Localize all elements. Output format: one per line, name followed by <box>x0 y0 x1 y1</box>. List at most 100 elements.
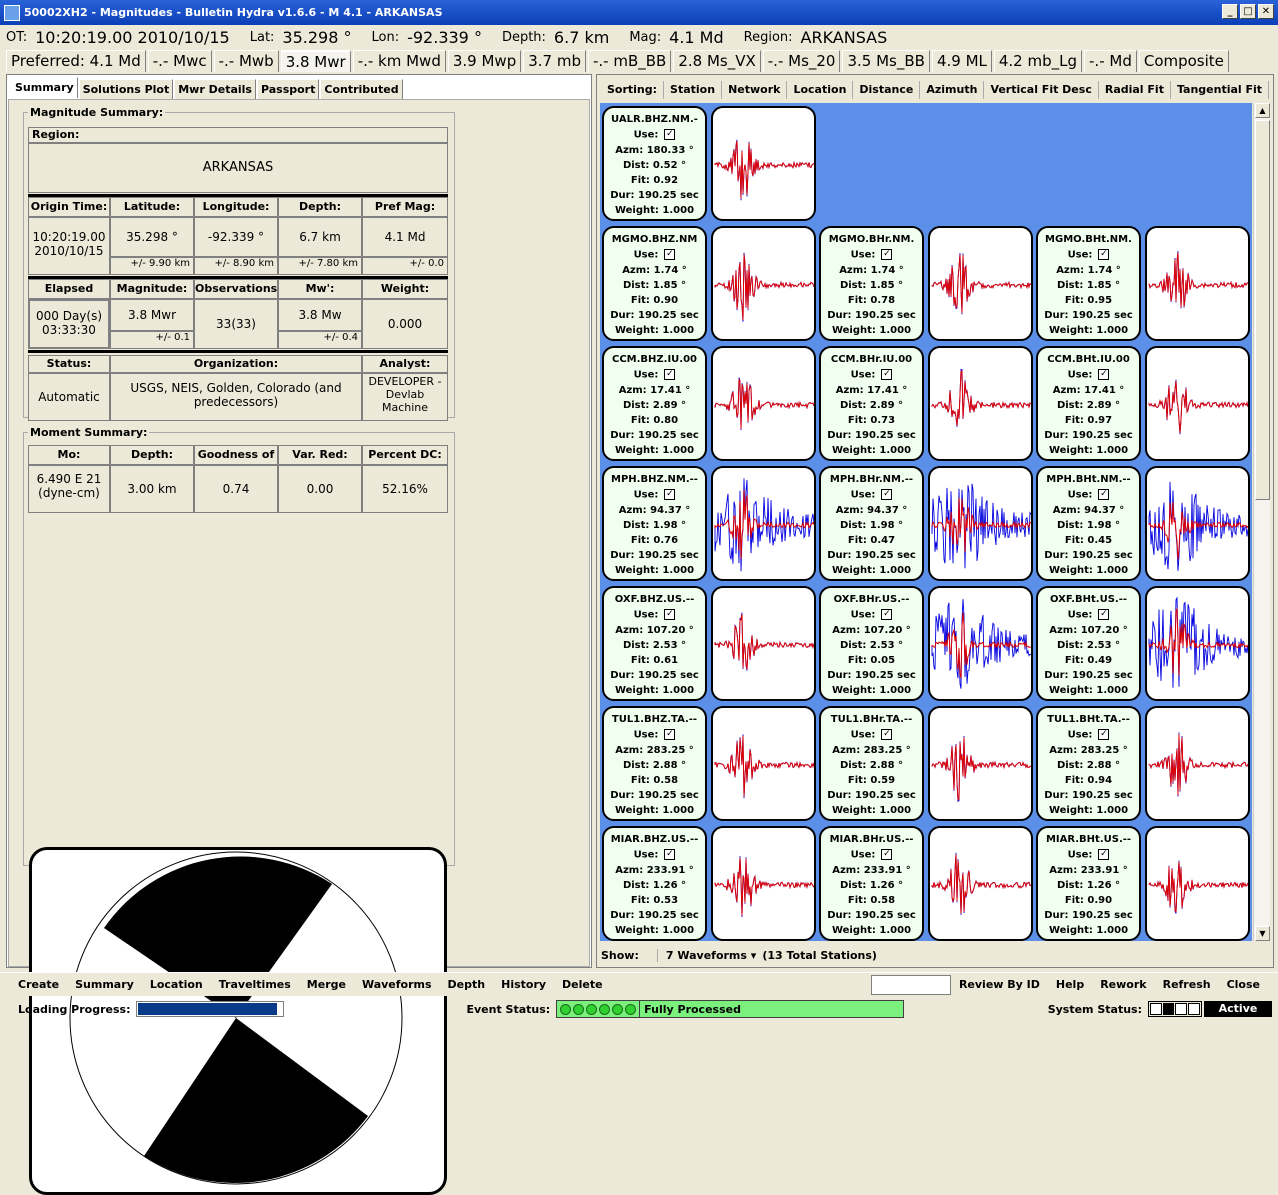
scroll-up-icon[interactable]: ▲ <box>1255 103 1270 118</box>
azm-label: Azm: <box>615 744 644 756</box>
use-checkbox[interactable]: ✓ <box>1098 609 1110 620</box>
depth-button[interactable]: Depth <box>440 978 494 991</box>
use-checkbox[interactable]: ✓ <box>664 369 676 380</box>
station-card[interactable]: MIAR.BHr.US.-- Use: ✓ Azm: 233.91 ° Dist: 1.… <box>819 826 924 941</box>
sort-tangential-fit[interactable]: Tangential Fit <box>1171 81 1270 99</box>
sort-distance[interactable]: Distance <box>853 81 921 99</box>
station-card[interactable]: TUL1.BHr.TA.-- Use: ✓ Azm: 283.25 ° Dist: 2.… <box>819 706 924 821</box>
scroll-thumb[interactable] <box>1255 120 1270 500</box>
sort-azimuth[interactable]: Azimuth <box>920 81 985 99</box>
magnitude-tab[interactable]: 3.5 Ms_BB <box>842 50 930 72</box>
use-checkbox[interactable]: ✓ <box>664 609 676 620</box>
magnitude-tab[interactable]: Composite <box>1138 50 1229 72</box>
review-by-id-button[interactable]: Review By ID <box>951 978 1048 991</box>
scroll-down-icon[interactable]: ▼ <box>1255 926 1270 941</box>
location-button[interactable]: Location <box>142 978 211 991</box>
magnitude-tab[interactable]: 3.9 Mwp <box>447 50 522 72</box>
magnitude-tab[interactable]: Preferred: 4.1 Md <box>6 50 146 72</box>
station-card[interactable]: TUL1.BHZ.TA.-- Use: ✓ Azm: 283.25 ° Dist: 2.… <box>602 706 707 821</box>
tab-passport[interactable]: Passport <box>256 79 320 99</box>
use-checkbox[interactable]: ✓ <box>664 849 676 860</box>
station-card[interactable]: MGMO.BHZ.NM Use: ✓ Azm: 1.74 ° Dist: 1.85 ° F… <box>602 226 707 341</box>
use-checkbox[interactable]: ✓ <box>881 489 893 500</box>
use-checkbox[interactable]: ✓ <box>881 249 893 260</box>
delete-button[interactable]: Delete <box>554 978 611 991</box>
station-card[interactable]: MPH.BHZ.NM.-- Use: ✓ Azm: 94.37 ° Dist: 1.98… <box>602 466 707 581</box>
sort-radial-fit[interactable]: Radial Fit <box>1099 81 1171 99</box>
tab-contributed[interactable]: Contributed <box>320 79 403 99</box>
create-button[interactable]: Create <box>10 978 67 991</box>
station-card[interactable]: CCM.BHr.IU.00 Use: ✓ Azm: 17.41 ° Dist: 2.89… <box>819 346 924 461</box>
sort-vertical-fit-desc[interactable]: Vertical Fit Desc <box>984 81 1099 99</box>
traveltimes-button[interactable]: Traveltimes <box>211 978 299 991</box>
magnitude-tab[interactable]: -.- Mwb <box>213 50 279 72</box>
use-checkbox[interactable]: ✓ <box>1098 249 1110 260</box>
station-card[interactable]: CCM.BHt.IU.00 Use: ✓ Azm: 17.41 ° Dist: 2.89… <box>1036 346 1141 461</box>
station-card[interactable]: MPH.BHr.NM.-- Use: ✓ Azm: 94.37 ° Dist: 1.98… <box>819 466 924 581</box>
magnitude-tab[interactable]: 2.8 Ms_VX <box>673 50 761 72</box>
station-card[interactable]: TUL1.BHt.TA.-- Use: ✓ Azm: 283.25 ° Dist: 2.… <box>1036 706 1141 821</box>
tab-mwr-details[interactable]: Mwr Details <box>174 79 256 99</box>
sort-location[interactable]: Location <box>787 81 854 99</box>
dist-value: 1.26 ° <box>869 879 904 891</box>
review-id-input[interactable] <box>870 974 951 995</box>
close-button[interactable]: Close <box>1219 978 1268 991</box>
station-card[interactable]: UALR.BHZ.NM.- Use: ✓ Azm: 180.33 ° Dist: 0.5… <box>602 106 707 221</box>
use-checkbox[interactable]: ✓ <box>881 729 893 740</box>
use-checkbox[interactable]: ✓ <box>1098 369 1110 380</box>
station-card[interactable]: MGMO.BHt.NM. Use: ✓ Azm: 1.74 ° Dist: 1.85 °… <box>1036 226 1141 341</box>
refresh-button[interactable]: Refresh <box>1155 978 1219 991</box>
tab-summary[interactable]: Summary <box>11 77 78 98</box>
azm-row: Azm: 94.37 ° <box>1038 505 1139 516</box>
maximize-button[interactable]: □ <box>1240 4 1256 19</box>
magnitude-tab[interactable]: 3.8 Mwr <box>280 50 351 72</box>
station-card[interactable]: MGMO.BHr.NM. Use: ✓ Azm: 1.74 ° Dist: 1.85 °… <box>819 226 924 341</box>
magnitude-summary-group: Magnitude Summary: Region: ARKANSAS 10:2… <box>23 106 455 421</box>
dist-value: 2.89 ° <box>869 399 904 411</box>
station-card[interactable]: OXF.BHt.US.-- Use: ✓ Azm: 107.20 ° Dist: 2.5… <box>1036 586 1141 701</box>
use-checkbox[interactable]: ✓ <box>1098 489 1110 500</box>
use-checkbox[interactable]: ✓ <box>664 729 676 740</box>
station-card[interactable]: OXF.BHr.US.-- Use: ✓ Azm: 107.20 ° Dist: 2.5… <box>819 586 924 701</box>
azm-row: Azm: 233.91 ° <box>604 865 705 876</box>
help-button[interactable]: Help <box>1048 978 1092 991</box>
tab-solutions-plot[interactable]: Solutions Plot <box>78 79 174 99</box>
magnitude-tab[interactable]: -.- Mwc <box>147 50 212 72</box>
station-card[interactable]: CCM.BHZ.IU.00 Use: ✓ Azm: 17.41 ° Dist: 2.89… <box>602 346 707 461</box>
weight-label: Weight: <box>831 444 876 456</box>
use-checkbox[interactable]: ✓ <box>1098 849 1110 860</box>
magnitude-tab[interactable]: -.- Md <box>1084 50 1137 72</box>
use-checkbox[interactable]: ✓ <box>881 609 893 620</box>
summary-button[interactable]: Summary <box>67 978 142 991</box>
station-card[interactable]: MPH.BHt.NM.-- Use: ✓ Azm: 94.37 ° Dist: 1.98… <box>1036 466 1141 581</box>
use-checkbox[interactable]: ✓ <box>1098 729 1110 740</box>
waveform-count-select[interactable]: 7 Waveforms ▾ <box>656 948 756 962</box>
dist-label: Dist: <box>1056 279 1084 291</box>
use-checkbox[interactable]: ✓ <box>664 249 676 260</box>
fit-row: Fit: 0.97 <box>1038 415 1139 426</box>
sort-station[interactable]: Station <box>664 81 723 99</box>
magnitude-tab[interactable]: 3.7 mb <box>523 50 586 72</box>
waveform-svg <box>1148 596 1248 688</box>
vertical-scrollbar[interactable]: ▲ ▼ <box>1253 103 1270 941</box>
magnitude-tab[interactable]: -.- km Mwd <box>352 50 446 72</box>
magnitude-tab[interactable]: 4.9 ML <box>931 50 992 72</box>
station-card[interactable]: OXF.BHZ.US.-- Use: ✓ Azm: 107.20 ° Dist: 2.5… <box>602 586 707 701</box>
magnitude-tab[interactable]: -.- Ms_20 <box>762 50 841 72</box>
station-card[interactable]: MIAR.BHZ.US.-- Use: ✓ Azm: 233.91 ° Dist: 1.… <box>602 826 707 941</box>
magnitude-tab[interactable]: -.- mB_BB <box>587 50 672 72</box>
sort-network[interactable]: Network <box>722 81 788 99</box>
close-button[interactable]: ✕ <box>1258 4 1274 19</box>
history-button[interactable]: History <box>493 978 554 991</box>
use-checkbox[interactable]: ✓ <box>881 369 893 380</box>
station-card[interactable]: MIAR.BHt.US.-- Use: ✓ Azm: 233.91 ° Dist: 1.… <box>1036 826 1141 941</box>
minimize-button[interactable]: _ <box>1222 4 1238 19</box>
weight-label: Weight: <box>614 444 659 456</box>
waveforms-button[interactable]: Waveforms <box>354 978 440 991</box>
use-checkbox[interactable]: ✓ <box>881 849 893 860</box>
magnitude-tab[interactable]: 4.2 mb_Lg <box>993 50 1083 72</box>
merge-button[interactable]: Merge <box>299 978 354 991</box>
use-checkbox[interactable]: ✓ <box>664 129 676 140</box>
use-checkbox[interactable]: ✓ <box>664 489 676 500</box>
rework-button[interactable]: Rework <box>1092 978 1154 991</box>
